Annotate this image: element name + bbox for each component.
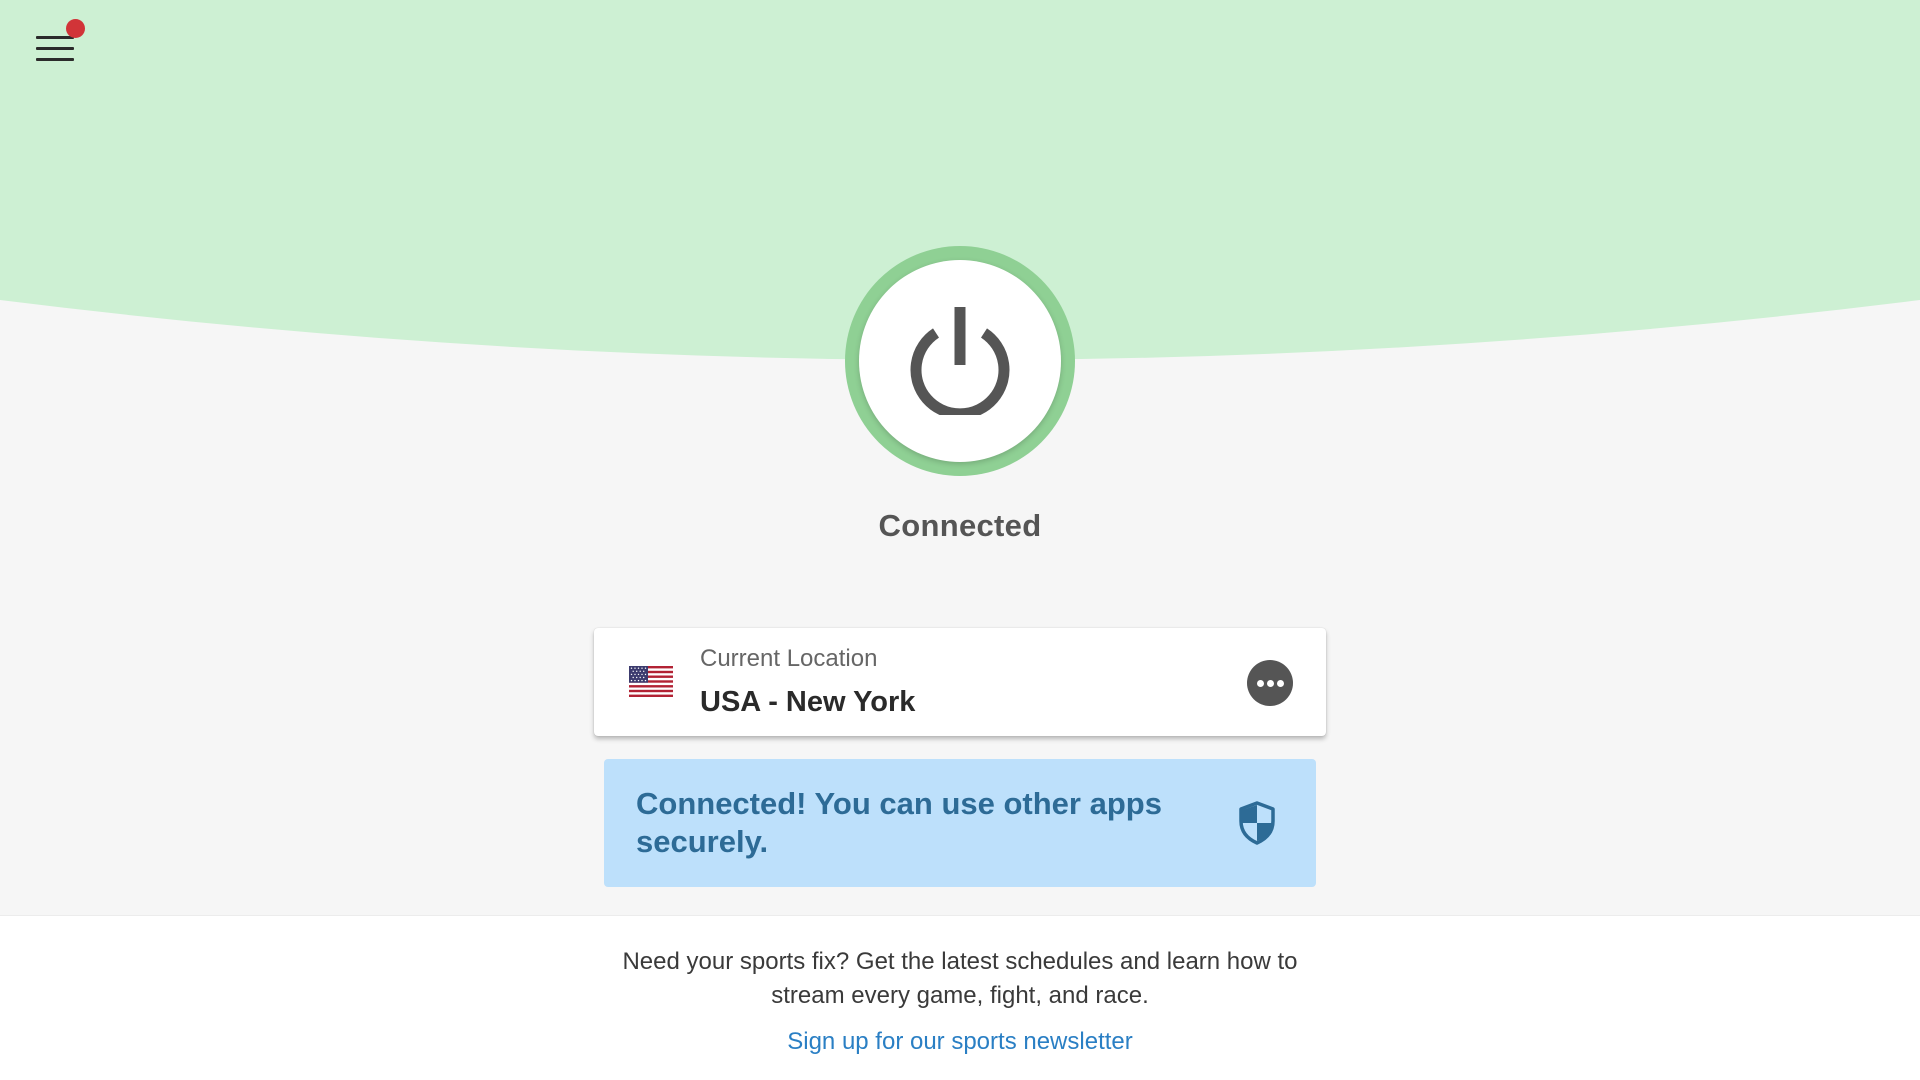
power-button-face xyxy=(859,260,1061,462)
more-options-icon-dot xyxy=(1277,680,1284,687)
sports-promo-text: Need your sports fix? Get the latest sch… xyxy=(622,948,1298,1009)
banner-message: Connected! You can use other apps secure… xyxy=(636,786,1162,859)
more-options-button[interactable] xyxy=(1247,660,1293,706)
hamburger-menu-icon-bar xyxy=(36,58,74,61)
sports-newsletter-link[interactable]: Sign up for our sports newsletter xyxy=(0,1028,1920,1056)
more-options-icon xyxy=(1257,680,1264,687)
location-caption: Current Location xyxy=(700,645,878,672)
notification-dot xyxy=(66,19,85,38)
location-name: USA - New York xyxy=(700,686,916,718)
connection-status-label: Connected xyxy=(878,508,1042,543)
hamburger-menu-icon xyxy=(36,36,74,39)
footer-promo-area: Need your sports fix? Get the latest sch… xyxy=(0,915,1920,1080)
vpn-app-window: Connected Current Location USA - New Yor… xyxy=(0,0,1920,1080)
shield-icon xyxy=(1239,801,1275,845)
power-icon xyxy=(910,307,1010,415)
more-options-icon-dot xyxy=(1267,680,1274,687)
current-location-card[interactable]: Current Location USA - New York xyxy=(594,628,1326,736)
hamburger-menu-icon-bar xyxy=(36,47,74,50)
menu-button[interactable] xyxy=(32,19,85,68)
us-flag-icon xyxy=(629,666,673,697)
secure-connection-banner: Connected! You can use other apps secure… xyxy=(604,759,1316,887)
power-button[interactable] xyxy=(845,246,1075,476)
